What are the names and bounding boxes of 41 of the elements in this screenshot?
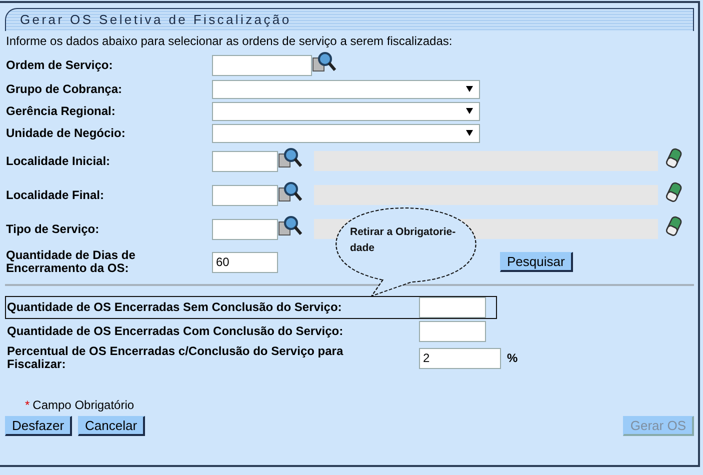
field-label: Gerência Regional: <box>5 104 116 118</box>
eraser-icon[interactable] <box>666 216 682 236</box>
dropdown[interactable] <box>212 80 480 98</box>
dropdown[interactable] <box>212 102 480 120</box>
field-label: Quantidade de OS Encerradas Com Conclusão do Serviço: <box>6 325 344 338</box>
field-label: Tipo de Serviço: <box>5 222 100 236</box>
caret-icon <box>466 108 473 114</box>
field-label: Percentual de OS Encerradas c/Conclusão do Serviço para Fiscalizar: <box>6 345 344 371</box>
caret-icon <box>466 130 473 136</box>
input-field[interactable]: 60 <box>212 252 278 272</box>
field-label: Unidade de Negócio: <box>5 126 126 140</box>
caret-icon <box>466 86 473 92</box>
eraser-icon[interactable] <box>666 148 682 168</box>
unit-label: % <box>507 351 518 365</box>
callout-text: Retirar a Obrigatorie-dade <box>350 225 457 256</box>
input-field[interactable] <box>212 184 278 206</box>
input-field[interactable] <box>212 218 278 240</box>
dropdown[interactable] <box>212 124 480 142</box>
field-label: Quantidade de OS Encerradas Sem Conclusão do Serviço: <box>6 301 343 314</box>
action-button[interactable]: Cancelar <box>78 416 146 436</box>
window-title: Gerar OS Seletiva de Fiscalização <box>5 8 694 31</box>
required-note: Campo Obrigatório <box>32 398 134 412</box>
search-icon[interactable] <box>278 147 302 169</box>
field-label: Grupo de Cobrança: <box>5 82 124 96</box>
input-field[interactable]: 2 <box>419 348 501 368</box>
field-label: Localidade Final: <box>5 188 106 202</box>
input-field[interactable] <box>419 321 486 342</box>
input-field[interactable] <box>212 54 312 76</box>
instructions: Informe os dados abaixo para selecionar as ordens de serviço a serem fiscalizadas: <box>6 34 454 48</box>
search-icon[interactable] <box>278 215 302 237</box>
search-icon[interactable] <box>278 181 302 203</box>
input-field[interactable] <box>419 297 486 318</box>
eraser-icon[interactable] <box>666 182 682 202</box>
action-button[interactable]: Desfazer <box>5 416 72 436</box>
required-mark: * <box>25 398 30 412</box>
search-icon[interactable] <box>312 51 336 73</box>
field-label: Quantidade de Dias de Encerramento da OS: <box>5 249 136 275</box>
field-label: Localidade Inicial: <box>5 154 112 168</box>
field-label: Ordem de Serviço: <box>5 58 114 72</box>
input-field[interactable] <box>212 150 278 172</box>
search-button[interactable]: Pesquisar <box>500 252 573 272</box>
